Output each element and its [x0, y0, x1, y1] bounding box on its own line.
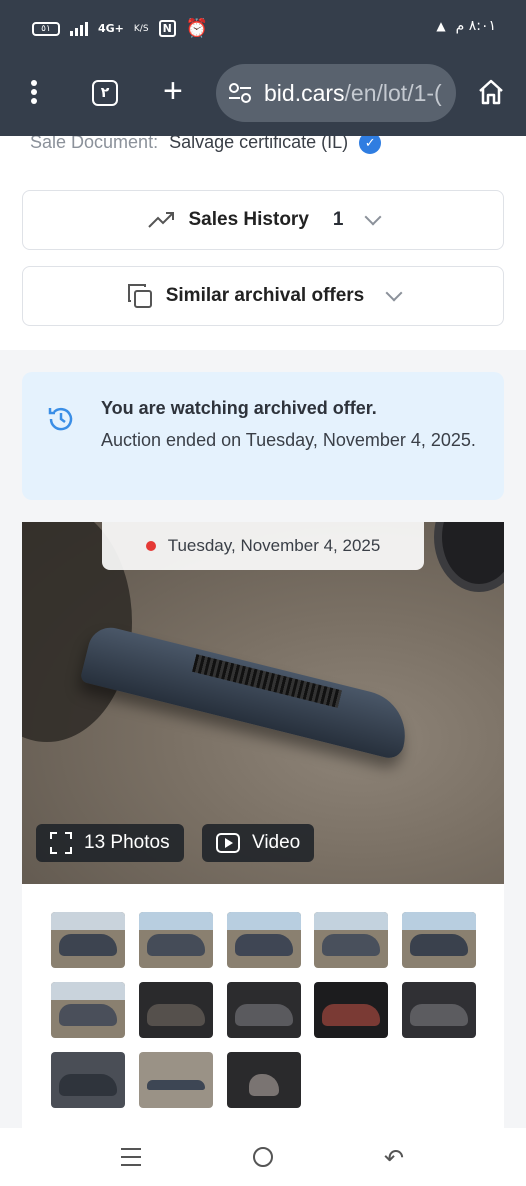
url-host: bid.cars	[264, 79, 345, 106]
home-icon[interactable]	[477, 78, 505, 106]
tabs-button[interactable]: ٢	[92, 80, 118, 106]
thumbnail[interactable]	[314, 982, 388, 1038]
notice-body: Auction ended on Tuesday, November 4, 20…	[101, 430, 476, 450]
thumbnail[interactable]	[314, 912, 388, 968]
history-icon	[48, 407, 73, 431]
thumbnail[interactable]	[227, 912, 301, 968]
thumbnail[interactable]	[139, 982, 213, 1038]
status-dot	[145, 541, 156, 551]
auction-date: Tuesday, November 4, 2025	[167, 536, 381, 555]
recent-apps-icon[interactable]	[121, 1148, 141, 1172]
thumbnail[interactable]	[227, 1052, 301, 1108]
photos-label: 13 Photos	[84, 832, 170, 853]
nfc-icon: N	[158, 20, 176, 37]
sale-document-row: Sale Document: Salvage certificate (IL) …	[30, 136, 382, 155]
chevron-down-icon	[364, 208, 382, 226]
trending-up-icon	[147, 212, 174, 228]
signal-icon	[70, 21, 88, 36]
thumbnail[interactable]	[402, 912, 476, 968]
thumbnail[interactable]	[51, 912, 125, 968]
notice-title: You are watching archived offer.	[101, 398, 377, 418]
sales-history-toggle[interactable]: Sales History 1	[22, 190, 504, 250]
auction-date-pill: Tuesday, November 4, 2025	[102, 522, 424, 570]
page-content: Sale Document: Salvage certificate (IL) …	[0, 136, 526, 1128]
thumbnail[interactable]	[139, 1052, 213, 1108]
more-vert-icon[interactable]	[24, 80, 44, 108]
network-type: 4G+	[98, 22, 124, 35]
video-label: Video	[252, 832, 301, 853]
video-button[interactable]: Video	[202, 824, 315, 862]
thumbnail-grid	[22, 884, 504, 1128]
notification-icon: ▲	[436, 19, 446, 33]
verified-icon: ✓	[359, 136, 382, 155]
battery-level: ٥١	[41, 23, 51, 34]
address-bar[interactable]: bid.cars/en/lot/1-(	[216, 64, 456, 122]
battery-icon: ٥١	[32, 21, 60, 36]
sales-history-count: 1	[332, 209, 344, 230]
system-nav-bar: ↶	[0, 1128, 526, 1186]
thumbnail[interactable]	[227, 982, 301, 1038]
new-tab-plus-icon[interactable]: +	[163, 74, 183, 108]
main-photo[interactable]: Tuesday, November 4, 2025 13 Photos Vide…	[22, 522, 504, 884]
photos-button[interactable]: 13 Photos	[36, 824, 184, 862]
sale-document-value: Salvage certificate (IL)	[169, 136, 349, 152]
browser-top-bar: ٥١ 4G+ K/S N ⏰ ▲ ٨:٠١ م ٢ + bid.cars/en/…	[0, 0, 526, 136]
similar-offers-title: Similar archival offers	[165, 285, 365, 306]
tab-count: ٢	[100, 85, 110, 101]
back-icon[interactable]: ↶	[384, 1144, 404, 1172]
sale-document-label: Sale Document:	[30, 136, 159, 152]
thumbnail[interactable]	[402, 982, 476, 1038]
thumbnail[interactable]	[51, 982, 125, 1038]
chevron-down-icon	[385, 284, 403, 302]
thumbnail[interactable]	[51, 1052, 125, 1108]
play-icon	[216, 833, 240, 853]
speed-unit: K/S	[133, 23, 149, 34]
status-bar: ٥١ 4G+ K/S N ⏰ ▲ ٨:٠١ م	[0, 14, 526, 44]
url-path: /en/lot/1-(	[344, 79, 442, 106]
clock: ٨:٠١ م	[455, 18, 496, 34]
sales-history-title: Sales History	[188, 209, 309, 230]
alarm-icon: ⏰	[185, 18, 209, 39]
site-settings-icon[interactable]	[228, 82, 252, 104]
copy-icon	[127, 284, 152, 308]
fullscreen-icon	[50, 832, 72, 854]
home-circle-icon[interactable]	[253, 1147, 273, 1167]
similar-offers-toggle[interactable]: Similar archival offers	[22, 266, 504, 326]
archived-notice: You are watching archived offer. Auction…	[22, 372, 504, 500]
thumbnail[interactable]	[139, 912, 213, 968]
